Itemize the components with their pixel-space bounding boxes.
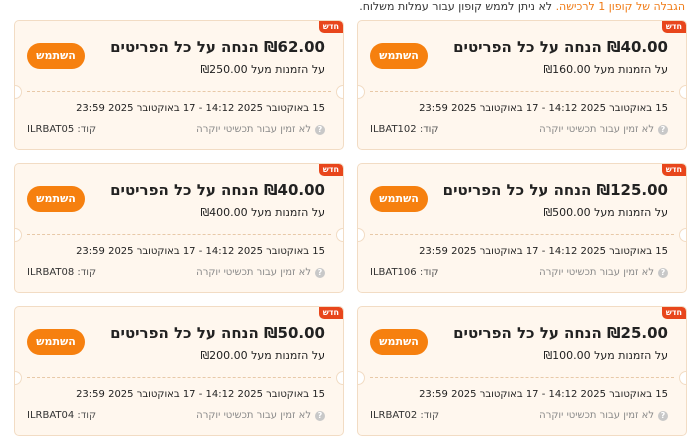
coupon-code: קוד: ILBAT106: [370, 267, 438, 278]
code-value: ILBAT106: [370, 267, 417, 278]
coupon-limit-text: הגבלה של קופון 1 לרכישה.: [555, 0, 685, 13]
ticket-notch: [336, 371, 343, 385]
ticket-notch: [358, 371, 365, 385]
ticket-notch: [336, 85, 343, 99]
exclusion-text: לא זמין עבור תכשיטי יוקרה: [196, 124, 311, 135]
code-value: ILRBAT05: [27, 124, 75, 135]
coupon-code: קוד: ILBAT102: [370, 124, 438, 135]
code-label: קוד:: [420, 410, 440, 421]
coupon-discount-title: ₪40.00 הנחה על כל הפריטים: [110, 181, 325, 199]
dashed-divider: [27, 234, 331, 235]
use-coupon-button[interactable]: השתמש: [27, 329, 85, 355]
use-coupon-button[interactable]: השתמש: [370, 329, 428, 355]
question-icon[interactable]: ?: [658, 124, 668, 135]
dashed-divider: [370, 234, 674, 235]
coupon-validity: 15 באוקטובר 2025 14:12 - 17 באוקטובר 202…: [76, 246, 325, 257]
coupon-discount-title: ₪40.00 הנחה על כל הפריטים: [453, 38, 668, 56]
coupon-code: קוד: ILRBAT08: [27, 267, 96, 278]
coupon-card: חדש ₪40.00 הנחה על כל הפריטים על הזמנות …: [357, 20, 687, 150]
exclusion-text: לא זמין עבור תכשיטי יוקרה: [539, 410, 654, 421]
dashed-divider: [370, 91, 674, 92]
ticket-notch: [679, 371, 686, 385]
code-value: ILRBAT02: [370, 410, 418, 421]
use-coupon-button[interactable]: השתמש: [27, 186, 85, 212]
coupon-min-order: על הזמנות מעל ₪250.00: [200, 63, 325, 76]
dashed-divider: [27, 91, 331, 92]
exclusion-text: לא זמין עבור תכשיטי יוקרה: [196, 267, 311, 278]
coupon-grid: חדש ₪40.00 הנחה על כל הפריטים על הזמנות …: [8, 20, 687, 436]
question-icon[interactable]: ?: [658, 410, 668, 421]
coupon-min-order: על הזמנות מעל ₪500.00: [543, 206, 668, 219]
question-icon[interactable]: ?: [658, 267, 668, 278]
code-label: קוד:: [419, 267, 439, 278]
coupon-min-order: על הזמנות מעל ₪200.00: [200, 349, 325, 362]
ticket-notch: [679, 85, 686, 99]
coupon-discount-title: ₪125.00 הנחה על כל הפריטים: [442, 181, 668, 199]
new-badge: חדש: [318, 307, 343, 319]
code-label: קוד:: [77, 124, 97, 135]
coupon-code: קוד: ILRBAT05: [27, 124, 96, 135]
luxury-exclusion: ? לא זמין עבור תכשיטי יוקרה: [539, 410, 668, 421]
use-coupon-button[interactable]: השתמש: [370, 43, 428, 69]
coupon-card: חדש ₪50.00 הנחה על כל הפריטים על הזמנות …: [14, 306, 344, 436]
use-coupon-button[interactable]: השתמש: [27, 43, 85, 69]
coupon-validity: 15 באוקטובר 2025 14:12 - 17 באוקטובר 202…: [76, 103, 325, 114]
new-badge: חדש: [661, 164, 686, 176]
use-coupon-button[interactable]: השתמש: [370, 186, 428, 212]
exclusion-text: לא זמין עבור תכשיטי יוקרה: [539, 124, 654, 135]
new-badge: חדש: [318, 21, 343, 33]
coupon-discount-title: ₪25.00 הנחה על כל הפריטים: [453, 324, 668, 342]
new-badge: חדש: [318, 164, 343, 176]
coupon-card: חדש ₪40.00 הנחה על כל הפריטים על הזמנות …: [14, 163, 344, 293]
ticket-notch: [679, 228, 686, 242]
dashed-divider: [27, 377, 331, 378]
exclusion-text: לא זמין עבור תכשיטי יוקרה: [539, 267, 654, 278]
luxury-exclusion: ? לא זמין עבור תכשיטי יוקרה: [539, 124, 668, 135]
ticket-notch: [358, 228, 365, 242]
coupon-validity: 15 באוקטובר 2025 14:12 - 17 באוקטובר 202…: [419, 246, 668, 257]
luxury-exclusion: ? לא זמין עבור תכשיטי יוקרה: [196, 410, 325, 421]
coupon-card: חדש ₪125.00 הנחה על כל הפריטים על הזמנות…: [357, 163, 687, 293]
coupon-discount-title: ₪62.00 הנחה על כל הפריטים: [110, 38, 325, 56]
new-badge: חדש: [661, 307, 686, 319]
code-value: ILBAT102: [370, 124, 417, 135]
code-value: ILRBAT04: [27, 410, 75, 421]
question-icon[interactable]: ?: [315, 124, 325, 135]
ticket-notch: [336, 228, 343, 242]
new-badge: חדש: [661, 21, 686, 33]
code-value: ILRBAT08: [27, 267, 75, 278]
coupon-code: קוד: ILRBAT04: [27, 410, 96, 421]
coupon-validity: 15 באוקטובר 2025 14:12 - 17 באוקטובר 202…: [419, 103, 668, 114]
coupon-card: חדש ₪25.00 הנחה על כל הפריטים על הזמנות …: [357, 306, 687, 436]
coupon-min-order: על הזמנות מעל ₪100.00: [543, 349, 668, 362]
luxury-exclusion: ? לא זמין עבור תכשיטי יוקרה: [539, 267, 668, 278]
exclusion-text: לא זמין עבור תכשיטי יוקרה: [196, 410, 311, 421]
shipping-exclusion-text: לא ניתן לממש קופון עבור עמלות משלוח.: [359, 0, 556, 13]
dashed-divider: [370, 377, 674, 378]
code-label: קוד:: [77, 410, 97, 421]
code-label: קוד:: [77, 267, 97, 278]
coupon-validity: 15 באוקטובר 2025 14:12 - 17 באוקטובר 202…: [76, 389, 325, 400]
ticket-notch: [358, 85, 365, 99]
ticket-notch: [15, 371, 22, 385]
question-icon[interactable]: ?: [315, 410, 325, 421]
coupon-min-order: על הזמנות מעל ₪160.00: [543, 63, 668, 76]
luxury-exclusion: ? לא זמין עבור תכשיטי יוקרה: [196, 267, 325, 278]
coupon-discount-title: ₪50.00 הנחה על כל הפריטים: [110, 324, 325, 342]
luxury-exclusion: ? לא זמין עבור תכשיטי יוקרה: [196, 124, 325, 135]
coupon-min-order: על הזמנות מעל ₪400.00: [200, 206, 325, 219]
ticket-notch: [15, 228, 22, 242]
question-icon[interactable]: ?: [315, 267, 325, 278]
coupon-validity: 15 באוקטובר 2025 14:12 - 17 באוקטובר 202…: [419, 389, 668, 400]
coupon-card: חדש ₪62.00 הנחה על כל הפריטים על הזמנות …: [14, 20, 344, 150]
code-label: קוד:: [419, 124, 439, 135]
coupon-code: קוד: ILRBAT02: [370, 410, 439, 421]
ticket-notch: [15, 85, 22, 99]
coupon-notice: הגבלה של קופון 1 לרכישה. לא ניתן לממש קו…: [5, 0, 685, 16]
